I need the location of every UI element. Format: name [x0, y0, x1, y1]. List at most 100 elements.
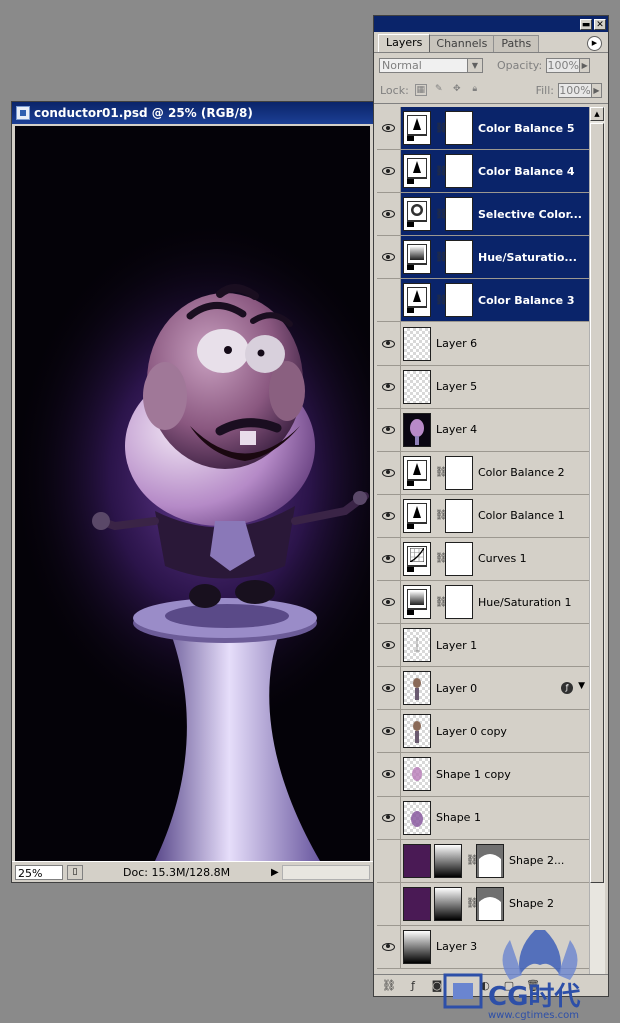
layer-visibility-toggle[interactable] — [377, 839, 401, 882]
mask-link-icon[interactable]: ⛓ — [435, 123, 448, 134]
vector-mask-thumbnail[interactable] — [476, 886, 504, 921]
layer-visibility-toggle[interactable] — [377, 581, 401, 624]
layer-visibility-toggle[interactable] — [377, 494, 401, 537]
mask-link-icon[interactable]: ⛓ — [435, 295, 448, 306]
tab-layers[interactable]: Layers — [378, 34, 431, 52]
layer-visibility-toggle[interactable] — [377, 236, 401, 279]
layer-mask-thumbnail[interactable] — [445, 585, 473, 620]
scroll-thumb[interactable] — [590, 123, 604, 883]
layer-row[interactable]: Layer 5 — [377, 365, 589, 409]
mask-link-icon[interactable]: ⛓ — [435, 597, 448, 608]
layer-visibility-toggle[interactable] — [377, 279, 401, 322]
minimize-button[interactable]: ▬ — [580, 18, 592, 30]
layer-visibility-toggle[interactable] — [377, 150, 401, 193]
layer-mask-thumbnail[interactable] — [445, 111, 473, 146]
tab-paths[interactable]: Paths — [493, 35, 540, 52]
horizontal-scrollbar[interactable] — [281, 864, 370, 880]
layer-row[interactable]: ⛓ Selective Color... — [377, 193, 589, 237]
layer-row[interactable]: Layer 0 ƒ ▼ — [377, 667, 589, 711]
new-group-icon[interactable]: ▭ — [454, 979, 468, 992]
blend-mode-select[interactable]: Normal ▼ — [379, 57, 483, 73]
gradient-mask-thumbnail[interactable] — [434, 886, 462, 921]
layer-row[interactable]: ⛓ Color Balance 5 — [377, 107, 589, 151]
palette-menu-button[interactable]: ▶ — [587, 36, 602, 51]
layer-mask-thumbnail[interactable] — [445, 154, 473, 189]
new-adjustment-icon[interactable]: ◐ — [478, 979, 492, 992]
layer-visibility-toggle[interactable] — [377, 667, 401, 710]
add-mask-icon[interactable]: ◙ — [430, 979, 444, 992]
new-layer-icon[interactable]: ▢ — [502, 979, 516, 992]
mask-link-icon[interactable]: ⛓ — [435, 510, 448, 521]
opacity-field[interactable]: 100% — [546, 57, 581, 73]
layer-visibility-toggle[interactable] — [377, 882, 401, 925]
layer-mask-thumbnail[interactable] — [445, 541, 473, 576]
layer-row[interactable]: Layer 3 — [377, 925, 589, 969]
layer-visibility-toggle[interactable] — [377, 796, 401, 839]
layer-row[interactable]: ⛓ Color Balance 3 — [377, 279, 589, 323]
mask-link-icon[interactable]: ⛓ — [466, 898, 479, 909]
layer-visibility-toggle[interactable] — [377, 365, 401, 408]
layers-vertical-scrollbar[interactable]: ▲ ▼ — [589, 107, 605, 990]
document-window[interactable]: conductor01.psd @ 25% (RGB/8) 25% ▯ Doc:… — [11, 101, 374, 883]
layer-style-icon[interactable]: ƒ — [406, 979, 420, 992]
mask-link-icon[interactable]: ⛓ — [435, 467, 448, 478]
layer-row[interactable]: Layer 1 — [377, 624, 589, 668]
layer-visibility-toggle[interactable] — [377, 925, 401, 968]
trash-icon[interactable]: 🗑︎ — [526, 979, 540, 992]
palette-title-bar[interactable]: ▬ ✕ — [374, 16, 608, 32]
link-layers-icon[interactable]: ⛓ — [382, 979, 396, 992]
layer-visibility-toggle[interactable] — [377, 624, 401, 667]
lock-position-icon[interactable]: ✥ — [451, 84, 463, 96]
layer-mask-thumbnail[interactable] — [445, 498, 473, 533]
fill-slider-arrow-icon[interactable]: ▶ — [592, 82, 602, 98]
scroll-up-icon[interactable]: ▲ — [590, 107, 604, 121]
close-button[interactable]: ✕ — [594, 18, 606, 30]
layer-visibility-toggle[interactable] — [377, 537, 401, 581]
lock-image-icon[interactable]: ✎ — [433, 84, 445, 96]
chevron-down-icon[interactable]: ▼ — [467, 58, 482, 72]
layer-visibility-toggle[interactable] — [377, 710, 401, 753]
expand-effects-icon[interactable]: ▼ — [578, 681, 585, 691]
layer-visibility-toggle[interactable] — [377, 408, 401, 451]
layer-visibility-toggle[interactable] — [377, 322, 401, 365]
layer-row[interactable]: ⛓ Color Balance 1 — [377, 494, 589, 538]
lock-all-icon[interactable]: 🔒︎ — [469, 84, 481, 96]
image-canvas[interactable] — [15, 126, 370, 861]
layer-visibility-toggle[interactable] — [377, 451, 401, 494]
mask-link-icon[interactable]: ⛓ — [435, 553, 448, 564]
layer-mask-thumbnail[interactable] — [445, 283, 473, 318]
layer-row[interactable]: Shape 1 — [377, 796, 589, 840]
status-menu-button[interactable]: ▯ — [67, 864, 83, 880]
layer-mask-thumbnail[interactable] — [445, 197, 473, 232]
layer-row[interactable]: Layer 4 — [377, 408, 589, 452]
fill-field[interactable]: 100% — [558, 82, 592, 98]
layer-list[interactable]: ⛓ Color Balance 5 ⛓ Color Balance 4 ⛓ Selecti… — [377, 107, 589, 973]
tab-channels[interactable]: Channels — [428, 35, 496, 52]
layer-row[interactable]: ⛓ Shape 2... — [377, 839, 589, 883]
layer-row[interactable]: ⛓ Color Balance 2 — [377, 451, 589, 495]
layer-row[interactable]: Layer 6 — [377, 322, 589, 366]
mask-link-icon[interactable]: ⛓ — [435, 209, 448, 220]
layer-row[interactable]: ⛓ Curves 1 — [377, 537, 589, 582]
mask-link-icon[interactable]: ⛓ — [466, 855, 479, 866]
layer-visibility-toggle[interactable] — [377, 193, 401, 236]
status-arrow-icon[interactable]: ▶ — [271, 867, 279, 878]
layer-row[interactable]: Shape 1 copy — [377, 753, 589, 797]
layer-row[interactable]: ⛓ Color Balance 4 — [377, 150, 589, 194]
layer-row[interactable]: ⛓ Shape 2 — [377, 882, 589, 926]
layer-mask-thumbnail[interactable] — [445, 240, 473, 275]
layer-row[interactable]: ⛓ Hue/Saturation 1 — [377, 581, 589, 625]
layer-row[interactable]: ⛓ Hue/Saturatio... — [377, 236, 589, 280]
layer-mask-thumbnail[interactable] — [445, 455, 473, 490]
mask-link-icon[interactable]: ⛓ — [435, 166, 448, 177]
lock-transparency-icon[interactable]: ▦ — [414, 84, 427, 96]
gradient-mask-thumbnail[interactable] — [434, 843, 462, 878]
mask-link-icon[interactable]: ⛓ — [435, 252, 448, 263]
layer-row[interactable]: Layer 0 copy — [377, 710, 589, 754]
document-title-bar[interactable]: conductor01.psd @ 25% (RGB/8) — [12, 102, 373, 124]
opacity-slider-arrow-icon[interactable]: ▶ — [580, 57, 591, 73]
vector-mask-thumbnail[interactable] — [476, 843, 504, 878]
zoom-level-field[interactable]: 25% — [15, 864, 63, 880]
layer-visibility-toggle[interactable] — [377, 107, 401, 150]
layer-visibility-toggle[interactable] — [377, 753, 401, 796]
